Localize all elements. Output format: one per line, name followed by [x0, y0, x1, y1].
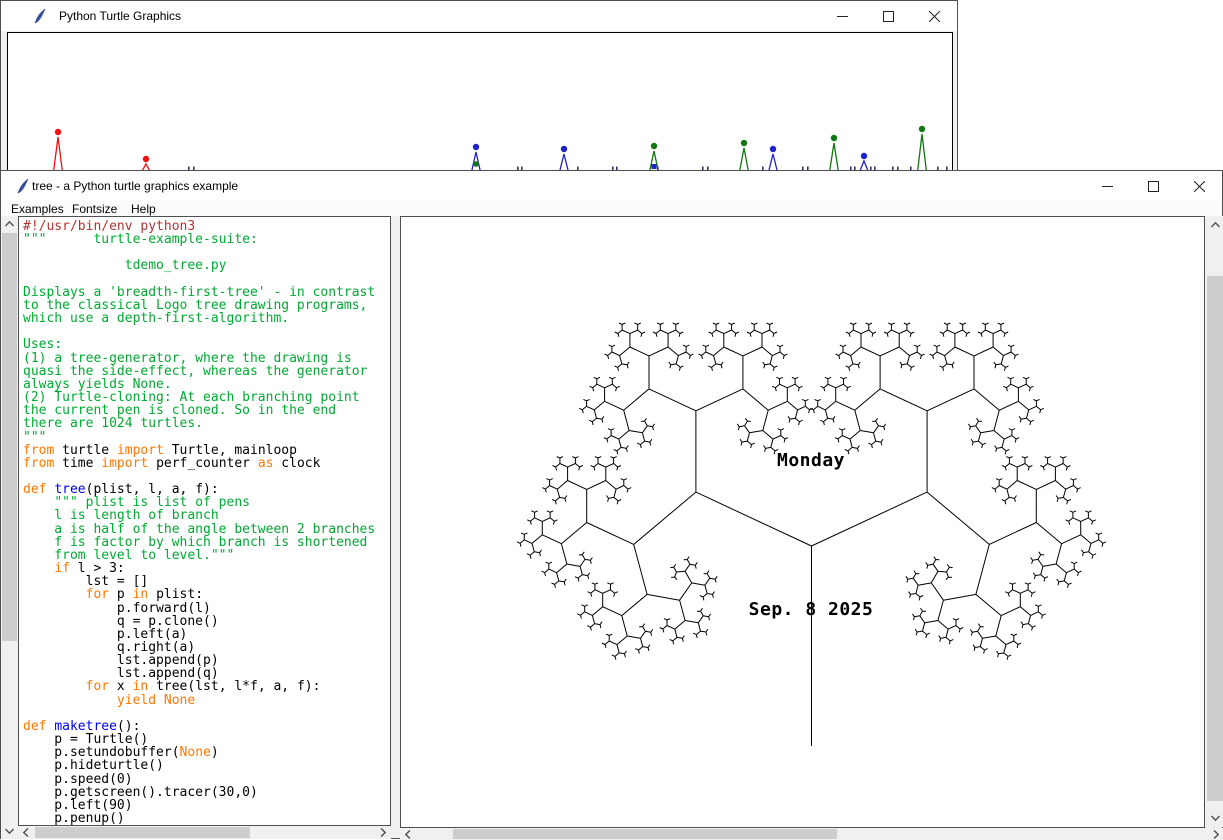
scroll-thumb[interactable]	[2, 233, 17, 641]
close-button[interactable]	[1176, 171, 1222, 201]
menu-examples[interactable]: Examples	[11, 202, 64, 216]
scroll-left-arrow[interactable]	[402, 828, 414, 840]
scroll-thumb[interactable]	[453, 829, 837, 839]
turtle-pins-svg	[8, 33, 952, 170]
tk-feather-icon	[32, 8, 46, 24]
scroll-thumb[interactable]	[35, 827, 250, 838]
code-line: tdemo_tree.py	[23, 259, 390, 272]
scroll-right-arrow[interactable]	[377, 826, 389, 839]
canvas-label: Monday	[777, 450, 845, 471]
background-window-title: Python Turtle Graphics	[59, 9, 181, 23]
maximize-button[interactable]	[865, 1, 911, 31]
scroll-down-arrow[interactable]	[1, 825, 18, 837]
scroll-right-arrow[interactable]	[1210, 828, 1222, 840]
scroll-up-arrow[interactable]	[1206, 219, 1223, 231]
code-vertical-scrollbar[interactable]	[1, 216, 18, 839]
code-line: """ turtle-example-suite:	[23, 233, 390, 246]
scroll-up-arrow[interactable]	[1, 218, 18, 230]
code-line: there are 1024 turtles.	[23, 417, 390, 430]
minimize-button[interactable]	[819, 1, 865, 31]
code-line: which use a depth-first-algorithm.	[23, 312, 390, 325]
code-line: from time import perf_counter as clock	[23, 457, 390, 470]
background-turtle-canvas[interactable]	[7, 32, 953, 171]
desktop: { "background_window": { "title": "Pytho…	[0, 0, 1223, 839]
minimize-button[interactable]	[1084, 171, 1130, 201]
scroll-left-arrow[interactable]	[20, 826, 32, 839]
code-line: yield None	[23, 694, 390, 707]
scroll-thumb[interactable]	[1207, 276, 1223, 801]
turtle-tree-canvas[interactable]: Monday Sep. 8 2025	[400, 216, 1205, 828]
code-horizontal-scrollbar[interactable]	[18, 826, 391, 839]
code-line	[23, 325, 390, 338]
maximize-button[interactable]	[1130, 171, 1176, 201]
canvas-horizontal-scrollbar[interactable]	[400, 828, 1223, 840]
tree-window: tree - a Python turtle graphics example …	[0, 170, 1223, 839]
tk-feather-icon	[15, 178, 29, 194]
code-text-widget[interactable]: #!/usr/bin/env python3""" turtle-example…	[18, 216, 391, 826]
tree-path	[517, 323, 1106, 746]
tree-svg: Monday Sep. 8 2025	[401, 217, 1204, 827]
tree-titlebar[interactable]: tree - a Python turtle graphics example	[1, 171, 1222, 201]
code-text: #!/usr/bin/env python3""" turtle-example…	[19, 217, 390, 826]
canvas-label: Sep. 8 2025	[749, 599, 874, 620]
scroll-down-arrow[interactable]	[1206, 812, 1223, 824]
tree-window-title: tree - a Python turtle graphics example	[32, 179, 238, 193]
menu-fontsize[interactable]: Fontsize	[72, 202, 117, 216]
close-button[interactable]	[911, 1, 957, 31]
background-titlebar[interactable]: Python Turtle Graphics	[1, 1, 957, 31]
background-window: Python Turtle Graphics	[0, 0, 958, 170]
canvas-vertical-scrollbar[interactable]	[1206, 216, 1223, 827]
menu-help[interactable]: Help	[131, 202, 156, 216]
menubar: Examples Fontsize Help	[1, 201, 1222, 216]
